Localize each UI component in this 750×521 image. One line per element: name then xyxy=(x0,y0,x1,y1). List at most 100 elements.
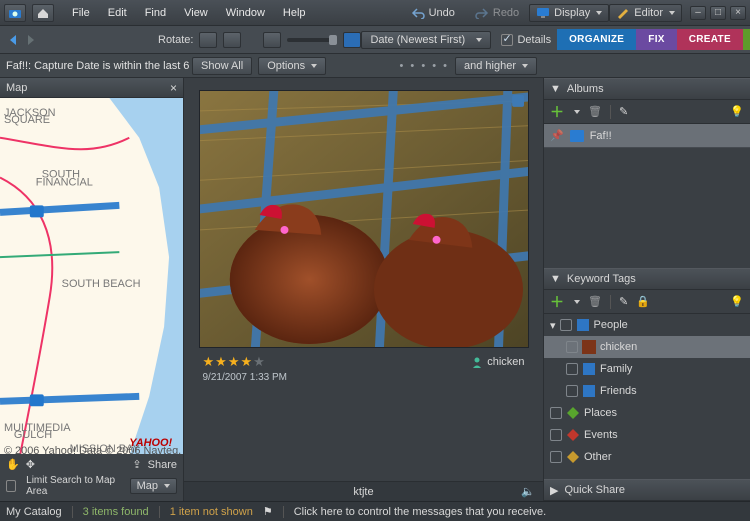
forward-button[interactable] xyxy=(22,30,38,50)
star-icon[interactable]: ★ xyxy=(215,354,227,370)
tip-icon[interactable]: 💡 xyxy=(730,105,744,118)
lock-icon[interactable]: 🔒 xyxy=(636,295,650,308)
new-album-icon[interactable]: ＋ xyxy=(550,102,564,122)
star-icon[interactable]: ★ xyxy=(203,354,215,370)
thumb-size-slider[interactable] xyxy=(287,38,337,42)
tag-checkbox[interactable] xyxy=(566,385,578,397)
sort-dropdown[interactable]: Date (Newest First) xyxy=(361,31,491,49)
menu-file[interactable]: File xyxy=(64,4,98,22)
tag-chicken[interactable]: chicken xyxy=(544,336,750,358)
people-tag-icon xyxy=(582,362,596,376)
svg-text:SOUTH BEACH: SOUTH BEACH xyxy=(62,278,141,290)
redo-button[interactable]: Redo xyxy=(469,5,525,21)
map-type-dropdown[interactable]: Map xyxy=(130,478,177,494)
events-tag-icon xyxy=(566,428,580,442)
filter-bar: Faf!!: Capture Date is within the last 6… xyxy=(0,54,750,78)
camera-icon[interactable] xyxy=(4,4,26,22)
map-panel: Map × JACKSONSQUARE SOUTHFINANCIAL SOUTH … xyxy=(0,78,184,501)
menu-help[interactable]: Help xyxy=(275,4,314,22)
right-panels: ▼Albums ＋ 🗑 ✎ 💡 📌 Faf!! ▼Keyword Tags ＋ … xyxy=(543,78,750,501)
tag-checkbox[interactable] xyxy=(550,451,562,463)
rotate-right-button[interactable] xyxy=(223,32,241,48)
star-icon[interactable]: ★ xyxy=(228,354,240,370)
window-minimize[interactable]: – xyxy=(690,6,706,20)
share-map-label: Share xyxy=(148,459,177,471)
expand-icon: ▼ xyxy=(550,273,561,285)
mode-tabs: ORGANIZE FIX CREATE SHARE xyxy=(557,29,750,50)
tag-checkbox[interactable] xyxy=(550,429,562,441)
tag-family[interactable]: Family xyxy=(544,358,750,380)
edit-album-icon[interactable]: ✎ xyxy=(619,105,628,118)
tab-create[interactable]: CREATE xyxy=(677,29,743,50)
tag-checkbox[interactable] xyxy=(550,407,562,419)
editor-dropdown[interactable]: Editor xyxy=(609,4,682,22)
map-panel-title: Map xyxy=(6,82,27,94)
options-dropdown[interactable]: Options xyxy=(258,57,326,75)
quickshare-header[interactable]: ▶Quick Share xyxy=(544,479,750,501)
thumb-large-button[interactable] xyxy=(343,32,361,48)
rating-filter-stars[interactable]: • • • • • xyxy=(400,60,449,72)
status-found: 3 items found xyxy=(83,506,149,518)
rotate-left-button[interactable] xyxy=(199,32,217,48)
star-icon[interactable]: ★ xyxy=(240,354,252,370)
menu-find[interactable]: Find xyxy=(137,4,174,22)
details-checkbox[interactable]: Details xyxy=(501,34,551,46)
share-map-icon[interactable]: ⇪ xyxy=(132,458,141,471)
menu-view[interactable]: View xyxy=(176,4,216,22)
tag-other[interactable]: Other xyxy=(544,446,750,468)
status-notshown: 1 item not shown xyxy=(170,506,253,518)
tag-places[interactable]: Places xyxy=(544,402,750,424)
window-maximize[interactable]: □ xyxy=(710,6,726,20)
home-icon[interactable] xyxy=(32,4,54,22)
audio-icon[interactable]: 🔈 xyxy=(521,485,535,498)
trash-icon[interactable]: 🗑 xyxy=(588,295,602,308)
caption-bar: ktjte 🔈 xyxy=(184,481,543,501)
tag-friends[interactable]: Friends xyxy=(544,380,750,402)
albums-header[interactable]: ▼Albums xyxy=(544,78,750,100)
thumb-small-button[interactable] xyxy=(263,32,281,48)
undo-button[interactable]: Undo xyxy=(405,5,461,21)
person-tag-icon xyxy=(471,356,483,368)
status-message[interactable]: Click here to control the messages that … xyxy=(294,506,547,518)
pin-icon: 📌 xyxy=(550,129,564,142)
edit-tag-icon[interactable]: ✎ xyxy=(619,295,628,308)
new-tag-icon[interactable]: ＋ xyxy=(550,292,564,312)
tab-organize[interactable]: ORGANIZE xyxy=(557,29,636,50)
rating-filter-mode[interactable]: and higher xyxy=(455,57,537,75)
window-close[interactable]: × xyxy=(730,6,746,20)
expand-icon: ▼ xyxy=(550,83,561,95)
tip-icon[interactable]: 💡 xyxy=(730,295,744,308)
star-icon[interactable]: ★ xyxy=(253,354,265,370)
caption-text[interactable]: ktjte xyxy=(353,486,373,498)
keywords-header[interactable]: ▼Keyword Tags xyxy=(544,268,750,290)
move-tool-icon[interactable]: ✥ xyxy=(26,458,35,471)
hand-tool-icon[interactable]: ✋ xyxy=(6,458,20,471)
secondary-toolbar: Rotate: Date (Newest First) Details ORGA… xyxy=(0,26,750,54)
back-button[interactable] xyxy=(6,30,22,50)
tab-share[interactable]: SHARE xyxy=(743,29,750,50)
show-all-button[interactable]: Show All xyxy=(192,57,252,75)
tag-chip[interactable]: chicken xyxy=(471,356,524,368)
tag-events[interactable]: Events xyxy=(544,424,750,446)
collapse-icon[interactable]: ▾ xyxy=(550,319,556,332)
album-name: Faf!! xyxy=(590,130,612,142)
map-canvas[interactable]: JACKSONSQUARE SOUTHFINANCIAL SOUTH BEACH… xyxy=(0,98,183,454)
photo-thumbnail[interactable] xyxy=(199,90,529,348)
tag-people[interactable]: ▾People xyxy=(544,314,750,336)
keywords-toolbar: ＋ 🗑 ✎ 🔒 💡 xyxy=(544,290,750,314)
display-dropdown[interactable]: Display xyxy=(529,4,609,22)
status-catalog[interactable]: My Catalog xyxy=(6,506,62,518)
menu-edit[interactable]: Edit xyxy=(100,4,135,22)
album-item[interactable]: 📌 Faf!! xyxy=(544,124,750,148)
tag-checkbox[interactable] xyxy=(560,319,572,331)
status-flag-icon[interactable]: ⚑ xyxy=(263,505,273,518)
photo-card[interactable]: ★ ★ ★ ★ ★ chicken 9/21/2007 1:33 PM xyxy=(199,90,529,387)
tab-fix[interactable]: FIX xyxy=(636,29,676,50)
tag-checkbox[interactable] xyxy=(566,341,578,353)
tag-checkbox[interactable] xyxy=(566,363,578,375)
trash-icon[interactable]: 🗑 xyxy=(588,105,602,118)
limit-search-checkbox[interactable] xyxy=(6,480,16,492)
map-panel-close-icon[interactable]: × xyxy=(170,81,177,95)
menu-window[interactable]: Window xyxy=(218,4,273,22)
svg-text:FINANCIAL: FINANCIAL xyxy=(36,177,93,189)
